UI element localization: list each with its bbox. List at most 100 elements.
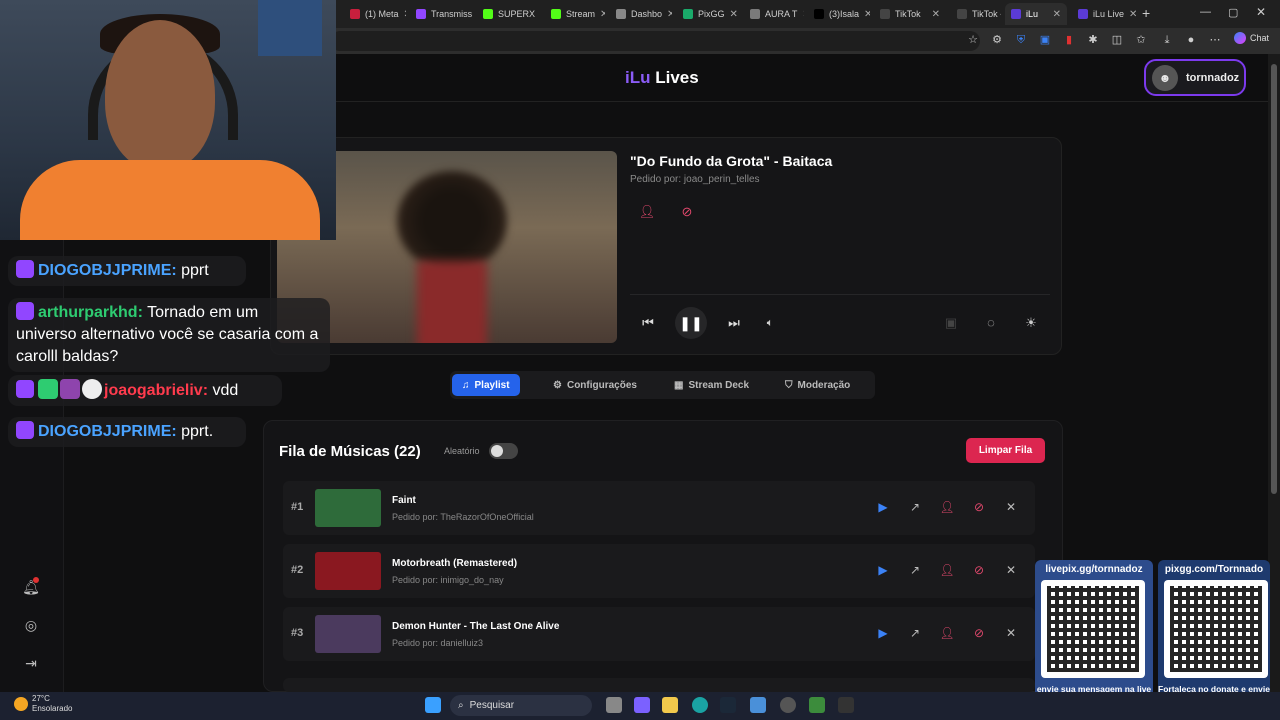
fullscreen-icon[interactable]: ▣ [941, 313, 961, 333]
shield-ext-icon[interactable]: ⛨ [1014, 33, 1028, 47]
ban-icon[interactable]: ⊘ [971, 625, 987, 641]
tab-moderacao[interactable]: ⛉ Moderação [775, 374, 860, 396]
steam-icon[interactable] [720, 697, 736, 713]
more-icon[interactable]: ⋯ [1208, 33, 1222, 47]
folder-icon[interactable] [662, 697, 678, 713]
close-tab-icon[interactable]: ✕ [667, 9, 672, 20]
queue-row[interactable]: #2 Motorbreath (Remastered) Pedido por: in… [283, 544, 1035, 598]
queue-row[interactable]: #3 Demon Hunter - The Last One Alive Pedid… [283, 607, 1035, 661]
ban-icon[interactable]: ⊘ [971, 562, 987, 578]
edge-icon[interactable] [692, 697, 708, 713]
tab-favicon-icon [880, 9, 890, 19]
copilot-icon[interactable] [634, 697, 650, 713]
browser-tab[interactable]: iLu Live ✕ [1072, 3, 1136, 25]
close-tab-icon[interactable]: ✕ [864, 9, 870, 20]
close-icon[interactable]: ✕ [1003, 562, 1019, 578]
remove-user-icon[interactable]: 👤︎ [939, 625, 955, 641]
close-tab-icon[interactable]: ✕ [404, 9, 406, 20]
remove-user-icon[interactable]: 👤︎ [939, 562, 955, 578]
tab-favicon-icon [616, 9, 626, 19]
chat-message: arthurparkhd: Tornado em um universo alt… [8, 298, 330, 372]
browser-tab[interactable]: Stream ✕ [545, 3, 605, 25]
close-tab-icon[interactable]: ✕ [600, 9, 605, 20]
download-icon[interactable]: ⤓ [1160, 33, 1174, 47]
ban-icon[interactable]: ⊘ [677, 202, 697, 222]
close-tab-icon[interactable]: ✕ [1053, 9, 1061, 20]
pause-button[interactable]: ❚❚ [675, 307, 707, 339]
browser-tab[interactable]: iLu ✕ [1005, 3, 1067, 25]
close-window-button[interactable]: ✕ [1256, 5, 1266, 19]
browser-tab[interactable]: TikTok ✕ [874, 3, 946, 25]
taskbar-search[interactable]: ⌕ Pesquisar [450, 695, 592, 716]
maximize-button[interactable]: ▢ [1228, 6, 1238, 19]
bell-icon[interactable]: 🔔︎ [22, 577, 40, 596]
close-icon[interactable]: ✕ [1003, 499, 1019, 515]
copilot-chat-button[interactable]: Chat [1234, 32, 1269, 44]
tab-label: PixGG [698, 9, 725, 19]
browser-tab[interactable]: SUPERX ✕ [477, 3, 541, 25]
twitch-icon [16, 260, 34, 278]
help-icon[interactable]: ◎ [22, 616, 40, 634]
play-icon[interactable]: ▶ [875, 499, 891, 515]
split-icon[interactable]: ◫ [1110, 33, 1124, 47]
photos-icon[interactable] [750, 697, 766, 713]
star-icon[interactable]: ☆ [966, 33, 980, 47]
close-tab-icon[interactable]: ✕ [540, 9, 541, 20]
favorites-icon[interactable]: ✩ [1134, 33, 1148, 47]
weather-widget[interactable]: 27°C Ensolarado [14, 694, 72, 714]
track-requester: Pedido por: TheRazorOfOneOfficial [392, 512, 534, 522]
theme-icon[interactable]: ☀ [1021, 313, 1041, 333]
play-icon[interactable]: ▶ [875, 625, 891, 641]
app-logo[interactable]: iLu Lives [625, 68, 699, 88]
translate-icon[interactable]: ▣ [1038, 33, 1052, 47]
shuffle-toggle[interactable] [489, 443, 518, 459]
tab-favicon-icon [957, 9, 967, 19]
browser-tab[interactable]: PixGG ✕ [677, 3, 739, 25]
remove-user-icon[interactable]: 👤︎ [939, 499, 955, 515]
profile-icon[interactable]: ● [1184, 33, 1198, 47]
trending-icon[interactable]: ↗ [907, 625, 923, 641]
new-tab-button[interactable]: + [1142, 5, 1150, 21]
file-explorer-icon[interactable] [606, 697, 622, 713]
browser-tab[interactable]: (3)Isala ✕ [808, 3, 870, 25]
close-tab-icon[interactable]: ✕ [932, 9, 940, 20]
pdf-icon[interactable]: ▮ [1062, 33, 1076, 47]
volume-icon[interactable]: 🔈︎ [760, 313, 780, 333]
close-icon[interactable]: ✕ [1003, 625, 1019, 641]
xbox-icon[interactable] [809, 697, 825, 713]
track-thumbnail [315, 552, 381, 590]
minimize-button[interactable]: — [1200, 6, 1211, 18]
tab-label: TikTok [895, 9, 921, 19]
ban-icon[interactable]: ⊘ [971, 499, 987, 515]
play-icon[interactable]: ▶ [875, 562, 891, 578]
previous-track-icon[interactable]: ⏮︎ [638, 313, 658, 333]
tab-stream-deck[interactable]: ▦ Stream Deck [664, 374, 759, 396]
user-profile-button[interactable]: ☻ tornnadoz [1144, 59, 1246, 96]
url-field[interactable] [330, 31, 980, 51]
windows-start-icon[interactable] [425, 697, 441, 713]
next-track-icon[interactable]: ⏭︎ [724, 313, 744, 333]
browser-tab[interactable]: Transmiss✕ [410, 3, 472, 25]
puzzle-icon[interactable]: ✱ [1086, 33, 1100, 47]
tab-configuracoes[interactable]: ⚙ Configurações [543, 374, 647, 396]
app-icon[interactable] [780, 697, 796, 713]
browser-tab[interactable]: TikTok -✕ [951, 3, 1001, 25]
close-tab-icon[interactable]: ✕ [1129, 9, 1136, 20]
tab-playlist[interactable]: ♫ Playlist [452, 374, 520, 396]
close-tab-icon[interactable]: ✕ [802, 9, 804, 20]
clear-queue-button[interactable]: Limpar Fila [966, 438, 1045, 463]
trending-icon[interactable]: ↗ [907, 562, 923, 578]
remove-user-icon[interactable]: 👤︎ [637, 202, 657, 222]
queue-row[interactable]: #1 Faint Pedido por: TheRazorOfOneOfficial… [283, 481, 1035, 535]
game-icon[interactable] [838, 697, 854, 713]
browser-tab[interactable]: Dashbo ✕ [610, 3, 672, 25]
trending-icon[interactable]: ↗ [907, 499, 923, 515]
browser-tab[interactable]: AURA T ✕ [744, 3, 804, 25]
browser-tab[interactable]: (1) Meta ✕ [344, 3, 406, 25]
tab-favicon-icon [814, 9, 824, 19]
logout-icon[interactable]: ⇥ [22, 654, 40, 672]
extension-icon[interactable]: ⚙ [990, 33, 1004, 47]
tab-favicon-icon [750, 9, 760, 19]
hide-video-icon[interactable]: ◌ [981, 313, 1001, 333]
close-tab-icon[interactable]: ✕ [730, 9, 738, 20]
